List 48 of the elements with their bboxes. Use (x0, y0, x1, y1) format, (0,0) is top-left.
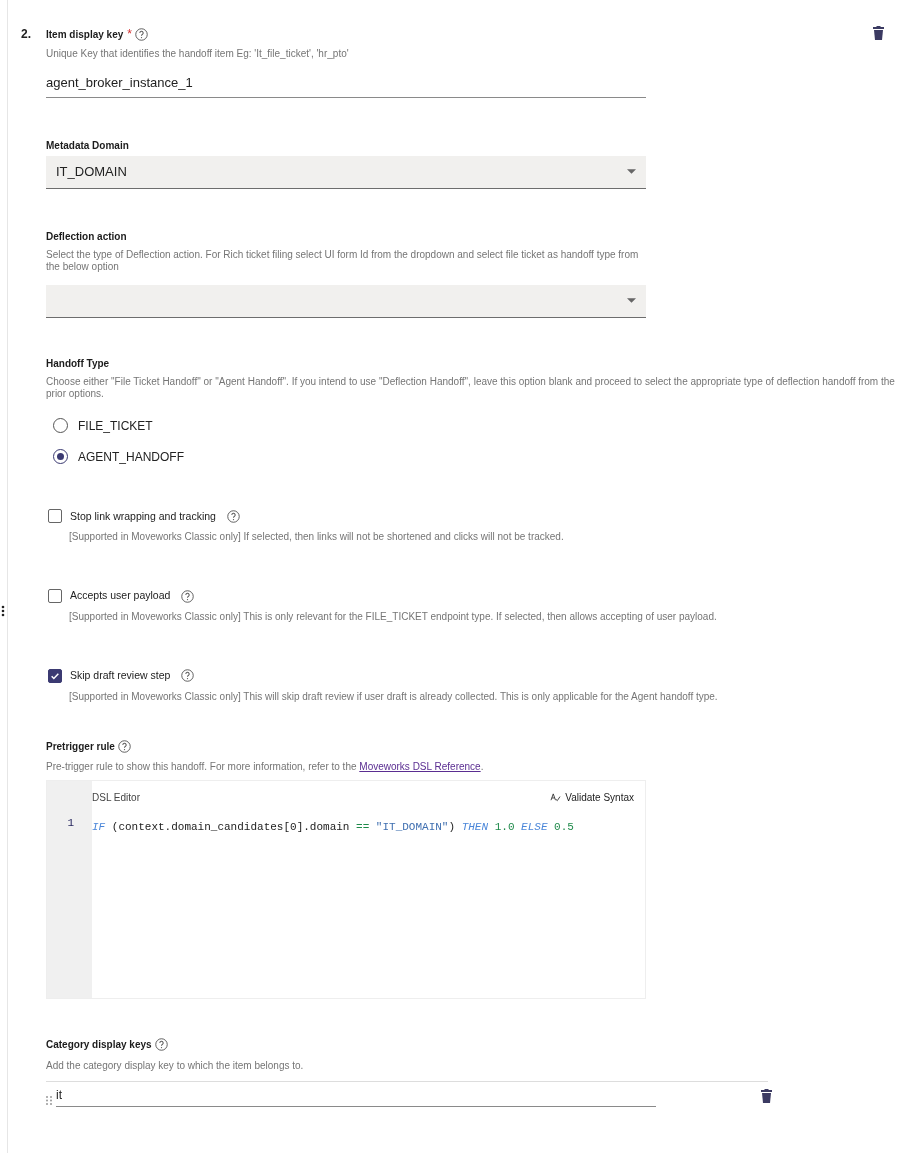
delete-icon[interactable] (761, 1089, 772, 1104)
field-label: Handoff Type (46, 356, 110, 371)
help-icon[interactable] (181, 669, 195, 683)
checkbox[interactable] (48, 589, 62, 604)
code-line: IF (context.domain_candidates[0].domain == "IT_DOMAIN") THEN 1.0 ELSE 0.5 (92, 819, 575, 835)
field-hint: [Supported in Moveworks Classic only] This is only relevant for the FILE_TICKET endpoint type. If selected, then allows accepting of user payload. (69, 611, 718, 623)
help-icon[interactable] (181, 589, 195, 603)
field-hint: Pre-trigger rule to show this handoff. For more information, refer to the Moveworks DSL Reference. (46, 760, 485, 773)
item-number: 2. (21, 26, 32, 43)
dropdown-field[interactable] (46, 284, 646, 318)
field-hint: Unique Key that identifies the handoff item Eg: 'It_file_ticket', 'hr_pto' (46, 48, 350, 60)
field-hint: [Supported in Moveworks Classic only] This will skip draft review if user draft is already collected. This is only applicable for the Agent handoff type. (69, 690, 719, 703)
delete-icon[interactable] (873, 26, 884, 40)
field-label: Category display keys (46, 1037, 152, 1052)
line-number: 1 (66, 815, 74, 831)
checkbox[interactable] (48, 668, 62, 683)
field-label: Deflection action (46, 229, 127, 244)
dropdown-caret-icon[interactable] (627, 298, 636, 303)
dropdown-field[interactable]: IT_DOMAIN (46, 155, 646, 189)
code-editor[interactable]: 1 DSL Editor Validate Syntax IF (context.domain_candidates[0].domain == "IT_DOMAIN") THEN 1.0 ELSE 0.5 (46, 779, 646, 999)
dropdown-caret-icon[interactable] (627, 169, 636, 174)
checkbox-label: Skip draft review step (70, 668, 171, 683)
field-label: Pretrigger rule (46, 739, 115, 754)
radio-label: FILE_TICKET (78, 417, 153, 435)
text-input[interactable]: agent_broker_instance_1 (46, 69, 646, 98)
field-hint: [Supported in Moveworks Classic only] If selected, then links will not be shortened and clicks will not be tracked. (69, 531, 565, 544)
field-hint: Add the category display key to which the item belongs to. (46, 1059, 305, 1072)
reference-link[interactable]: Moveworks DSL Reference (359, 760, 481, 772)
help-icon[interactable] (154, 1037, 168, 1051)
checkbox-label: Accepts user payload (70, 588, 171, 604)
required-mark: * (127, 26, 132, 43)
help-icon[interactable] (117, 739, 131, 753)
editor-title: DSL Editor (92, 790, 140, 805)
field-label: Metadata Domain (46, 138, 129, 153)
checkbox[interactable] (48, 509, 62, 524)
field-hint: Select the type of Deflection action. For Rich ticket filing select UI form Id from the dropdown and select file ticket as handoff type from the below option (46, 248, 640, 273)
checkbox-label: Stop link wrapping and tracking (70, 508, 216, 524)
help-icon[interactable] (226, 509, 240, 523)
field-label: Item display key (46, 27, 124, 42)
spellcheck-icon (550, 792, 562, 802)
drag-handle-icon[interactable] (46, 1095, 52, 1105)
validate-syntax-button[interactable]: Validate Syntax (550, 789, 634, 805)
help-icon[interactable] (134, 27, 148, 41)
text-input[interactable]: it (56, 1085, 656, 1107)
drag-handle-icon[interactable] (1, 605, 5, 617)
radio-label: AGENT_HANDOFF (78, 448, 184, 466)
field-hint: Choose either "File Ticket Handoff" or "Agent Handoff". If you intend to use "Deflection Handoff", leave this option blank and proceed to select the appropriate type of deflection handoff from the prior options. (46, 375, 896, 400)
dropdown-value: IT_DOMAIN (56, 162, 127, 181)
